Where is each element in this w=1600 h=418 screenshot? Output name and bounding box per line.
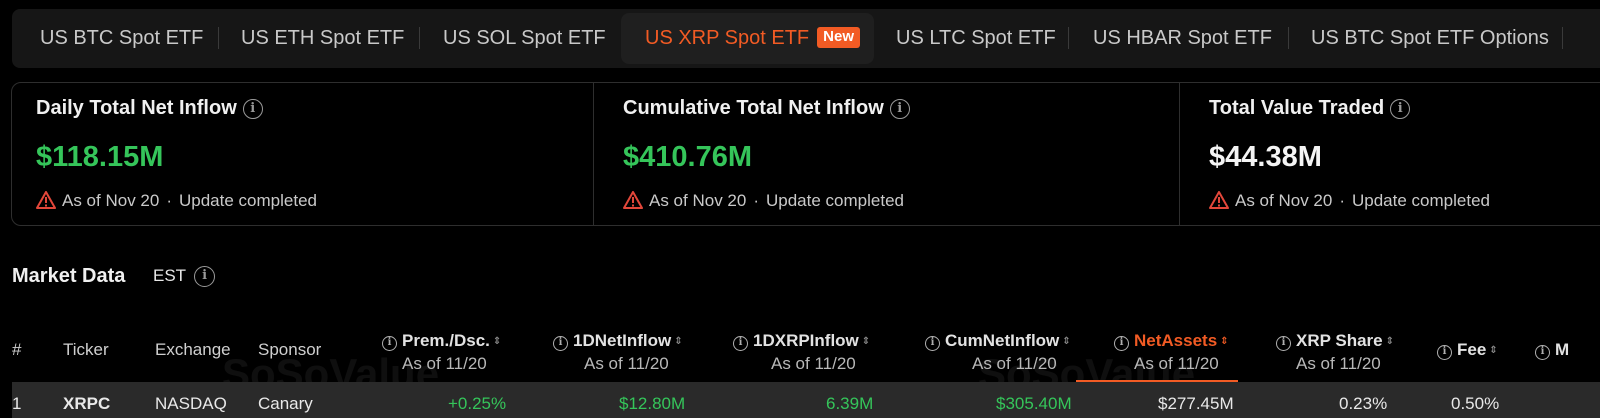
- tab-divider: [419, 27, 420, 49]
- stat-update-status: As of Nov 20 · Update completed: [623, 191, 904, 211]
- info-icon[interactable]: i: [1535, 345, 1550, 360]
- summary-stats-panel: Daily Total Net Inflow i $118.15M As of N…: [11, 82, 1600, 226]
- stat-value: $410.76M: [623, 141, 752, 173]
- col-header-more[interactable]: iM: [1535, 340, 1569, 360]
- timezone-selector[interactable]: EST i: [153, 266, 216, 287]
- sort-icon[interactable]: ⇕: [862, 336, 870, 347]
- tab-divider: [1288, 27, 1289, 49]
- info-icon[interactable]: i: [194, 266, 216, 287]
- tab-us-hbar-spot-etf[interactable]: US HBAR Spot ETF: [1093, 13, 1272, 64]
- warning-icon: [1209, 191, 1229, 209]
- tab-divider: [1068, 27, 1069, 49]
- sort-icon[interactable]: ⇕: [1489, 345, 1497, 356]
- stat-update-status: As of Nov 20 · Update completed: [1209, 191, 1490, 211]
- sort-desc-icon[interactable]: ⇕: [1220, 336, 1228, 347]
- col-header-as-of: As of 11/20: [771, 354, 856, 373]
- stat-title: Total Value Traded i: [1209, 97, 1411, 120]
- sort-icon[interactable]: ⇕: [1386, 336, 1394, 347]
- info-icon[interactable]: i: [242, 99, 263, 119]
- cell-1d-xrp-inflow: 6.39M: [826, 394, 874, 413]
- cell-net-assets: $277.45M: [1158, 394, 1234, 413]
- col-header-prem-dsc[interactable]: i Prem./Dsc. ⇕: [382, 331, 501, 351]
- sort-icon[interactable]: ⇕: [1062, 336, 1070, 347]
- tab-us-ltc-spot-etf[interactable]: US LTC Spot ETF: [896, 13, 1056, 64]
- col-header-number: #: [12, 340, 22, 359]
- warning-icon: [36, 191, 56, 209]
- tab-us-btc-spot-etf[interactable]: US BTC Spot ETF: [40, 13, 203, 64]
- cell-1d-net-inflow: $12.80M: [619, 394, 686, 413]
- new-badge: New: [817, 27, 860, 48]
- col-header-fee[interactable]: i Fee ⇕: [1437, 340, 1498, 360]
- info-icon[interactable]: i: [553, 336, 568, 351]
- col-header-1d-xrp-inflow[interactable]: i 1DXRPInflow ⇕: [733, 331, 870, 351]
- col-header-sponsor: Sponsor: [258, 340, 322, 359]
- tab-divider: [1562, 27, 1563, 49]
- col-header-cum-net-inflow[interactable]: i CumNetInflow ⇕: [925, 331, 1071, 351]
- col-header-as-of: As of 11/20: [1296, 354, 1381, 373]
- stat-title: Daily Total Net Inflow i: [36, 97, 263, 120]
- cell-cum-net-inflow: $305.40M: [996, 394, 1072, 413]
- sort-icon[interactable]: ⇕: [493, 336, 501, 347]
- tab-us-eth-spot-etf[interactable]: US ETH Spot ETF: [241, 13, 404, 64]
- tab-divider: [218, 27, 219, 49]
- stat-update-status: As of Nov 20 · Update completed: [36, 191, 317, 211]
- info-icon[interactable]: i: [1276, 336, 1291, 351]
- info-icon[interactable]: i: [1390, 99, 1411, 119]
- col-header-ticker: Ticker: [63, 340, 109, 359]
- tab-label: US XRP Spot ETF: [645, 27, 810, 49]
- col-header-as-of: As of 11/20: [1134, 354, 1219, 373]
- cell-number: 1: [12, 394, 22, 413]
- info-icon[interactable]: i: [733, 336, 748, 351]
- col-header-as-of: As of 11/20: [584, 354, 669, 373]
- stat-divider: [593, 83, 594, 225]
- info-icon[interactable]: i: [889, 99, 910, 119]
- stat-value: $44.38M: [1209, 141, 1322, 173]
- stat-divider: [1179, 83, 1180, 225]
- cell-prem-dsc: +0.25%: [448, 394, 507, 413]
- cell-fee: 0.50%: [1451, 394, 1500, 413]
- col-header-as-of: As of 11/20: [402, 354, 487, 373]
- stat-value: $118.15M: [36, 141, 164, 173]
- col-header-xrp-share[interactable]: i XRP Share ⇕: [1276, 331, 1394, 351]
- tab-us-xrp-spot-etf[interactable]: US XRP Spot ETF New: [621, 13, 874, 64]
- tab-us-sol-spot-etf[interactable]: US SOL Spot ETF: [443, 13, 606, 64]
- col-header-as-of: As of 11/20: [972, 354, 1057, 373]
- info-icon[interactable]: i: [1114, 336, 1129, 351]
- cell-ticker[interactable]: XRPC: [63, 394, 110, 414]
- tab-us-btc-spot-etf-options[interactable]: US BTC Spot ETF Options: [1311, 13, 1549, 64]
- warning-icon: [623, 191, 643, 209]
- market-data-title: Market Data: [12, 265, 126, 287]
- sort-icon[interactable]: ⇕: [674, 336, 682, 347]
- stat-title: Cumulative Total Net Inflow i: [623, 97, 910, 120]
- cell-exchange: NASDAQ: [155, 394, 227, 413]
- cell-xrp-share: 0.23%: [1339, 394, 1388, 413]
- info-icon[interactable]: i: [925, 336, 940, 351]
- info-icon[interactable]: i: [1437, 345, 1452, 360]
- col-header-1d-net-inflow[interactable]: i 1DNetInflow ⇕: [553, 331, 683, 351]
- col-header-net-assets[interactable]: i NetAssets ⇕: [1114, 331, 1229, 351]
- col-header-exchange: Exchange: [155, 340, 231, 359]
- etf-tab-bar: US BTC Spot ETF US ETH Spot ETF US SOL S…: [12, 9, 1600, 68]
- cell-sponsor: Canary: [258, 394, 313, 413]
- info-icon[interactable]: i: [382, 336, 397, 351]
